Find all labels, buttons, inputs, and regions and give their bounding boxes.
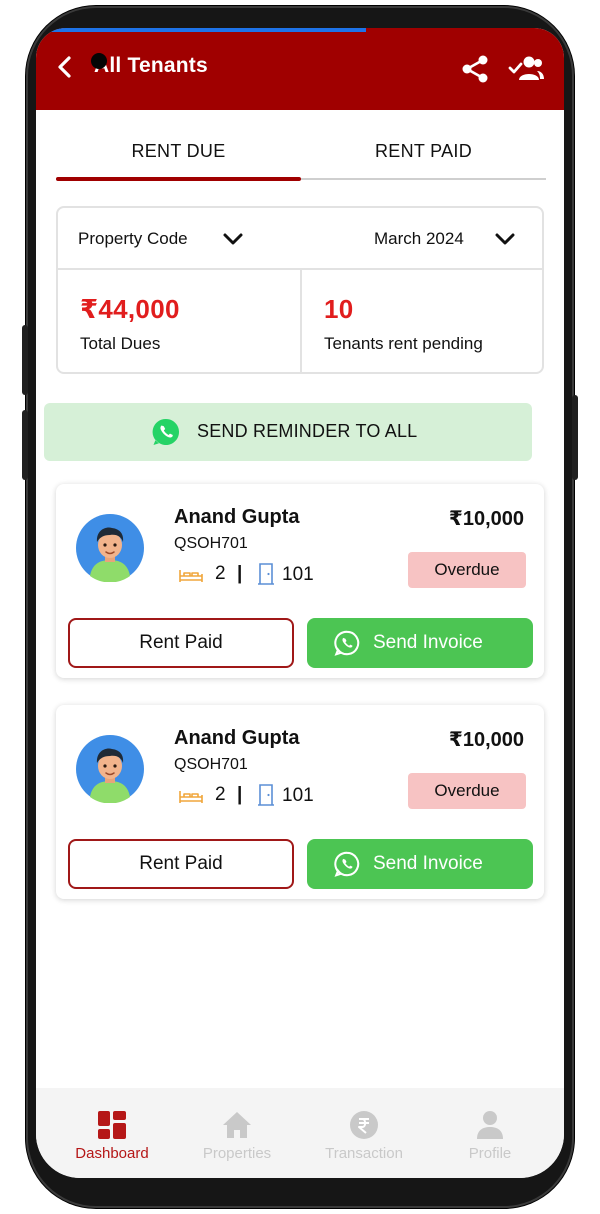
send-reminder-label: SEND REMINDER TO ALL (197, 421, 418, 441)
front-camera (91, 53, 107, 69)
power-button (572, 395, 578, 480)
tenant-name: Anand Gupta (174, 506, 300, 528)
tenant-card: Anand Gupta QSOH701 ₹10,000 2 | 101 Over… (56, 484, 544, 678)
tenant-code: QSOH701 (174, 535, 248, 552)
rent-paid-button[interactable]: Rent Paid (68, 618, 294, 668)
chevron-down-icon[interactable] (222, 232, 244, 246)
total-dues-value: ₹44,000 (80, 294, 180, 324)
room-number: 101 (282, 785, 314, 806)
tenant-card: Anand Gupta QSOH701 ₹10,000 2 | 101 Over… (56, 705, 544, 899)
dashboard-icon (98, 1111, 126, 1139)
nav-label-transaction: Transaction (325, 1145, 403, 1162)
tab-rent-paid[interactable]: RENT PAID (301, 128, 546, 174)
send-invoice-button[interactable]: Send Invoice (307, 839, 533, 889)
whatsapp-icon (334, 851, 360, 877)
tenant-avatar (76, 514, 144, 582)
month-dropdown[interactable]: March 2024 (374, 229, 464, 249)
back-arrow-icon[interactable] (54, 54, 76, 80)
home-icon (223, 1112, 251, 1138)
tenant-rent-amount: ₹10,000 (448, 508, 524, 530)
property-code-dropdown[interactable]: Property Code (78, 229, 188, 249)
pending-count-label: Tenants rent pending (324, 334, 483, 353)
tenant-name: Anand Gupta (174, 727, 300, 749)
whatsapp-icon (334, 630, 360, 656)
bed-count: 2 (215, 784, 226, 805)
summary-divider (300, 270, 302, 372)
whatsapp-icon (152, 418, 179, 445)
tenant-rent-amount: ₹10,000 (448, 729, 524, 751)
app-header: All Tenants (36, 28, 564, 110)
tab-rent-due[interactable]: RENT DUE (56, 128, 301, 174)
chevron-down-icon[interactable] (494, 232, 516, 246)
tab-active-indicator (56, 177, 301, 181)
overdue-status-badge: Overdue (408, 773, 526, 809)
send-reminder-all-button[interactable]: SEND REMINDER TO ALL (44, 403, 532, 461)
bed-icon (179, 570, 203, 582)
send-invoice-button[interactable]: Send Invoice (307, 618, 533, 668)
rupee-icon (350, 1111, 378, 1139)
bed-count: 2 (215, 563, 226, 584)
nav-item-properties[interactable]: Properties (173, 1088, 301, 1178)
tenant-code: QSOH701 (174, 756, 248, 773)
rent-tabs: RENT DUE RENT PAID (56, 128, 546, 184)
nav-item-profile[interactable]: Profile (426, 1088, 554, 1178)
loading-progress-bar (36, 28, 366, 32)
pending-count-value: 10 (324, 294, 354, 324)
bottom-navigation: Dashboard Properties Transaction Profile (36, 1088, 564, 1178)
info-separator: | (237, 784, 243, 805)
filter-row: Property Code March 2024 (58, 208, 542, 270)
verified-users-icon[interactable] (508, 54, 544, 84)
bed-icon (179, 791, 203, 803)
total-dues-label: Total Dues (80, 334, 161, 353)
app-screen: All Tenants RENT DUE RENT PAID Property … (36, 28, 564, 1178)
dues-summary-card: Property Code March 2024 ₹44,000 Total D… (56, 206, 544, 374)
overdue-status-badge: Overdue (408, 552, 526, 588)
nav-label-profile: Profile (468, 1145, 512, 1162)
share-icon[interactable] (460, 54, 490, 84)
send-invoice-label: Send Invoice (373, 853, 483, 874)
nav-label-dashboard: Dashboard (75, 1145, 149, 1162)
door-icon (258, 563, 274, 585)
nav-label-properties: Properties (202, 1145, 272, 1162)
nav-item-dashboard[interactable]: Dashboard (48, 1088, 176, 1178)
info-separator: | (237, 563, 243, 584)
profile-icon (477, 1111, 503, 1139)
tenant-avatar (76, 735, 144, 803)
rent-paid-button[interactable]: Rent Paid (68, 839, 294, 889)
volume-down-button (22, 410, 28, 480)
nav-item-transaction[interactable]: Transaction (300, 1088, 428, 1178)
room-number: 101 (282, 564, 314, 585)
door-icon (258, 784, 274, 806)
volume-up-button (22, 325, 28, 395)
send-invoice-label: Send Invoice (373, 632, 483, 653)
page-title: All Tenants (94, 54, 208, 77)
